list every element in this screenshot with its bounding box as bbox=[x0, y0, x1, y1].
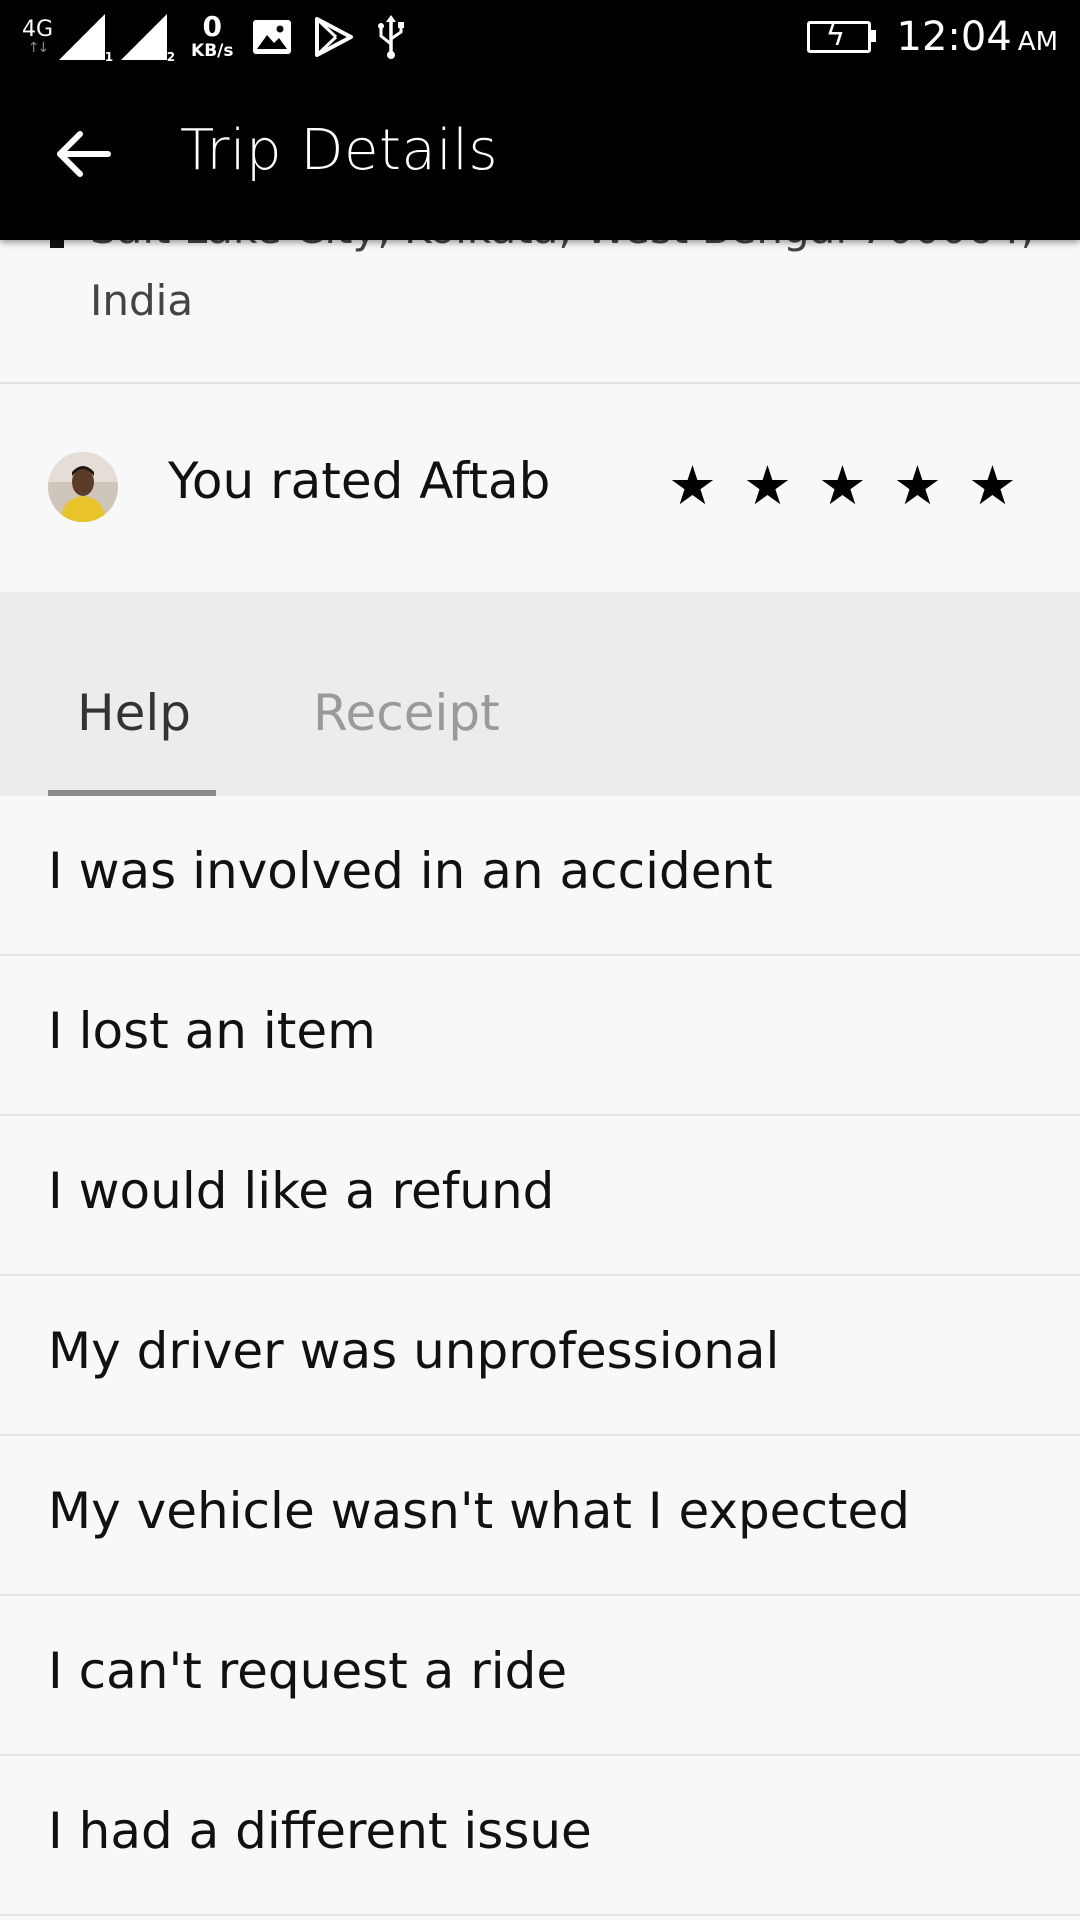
play-store-icon bbox=[314, 17, 354, 57]
help-item-accident[interactable]: I was involved in an accident bbox=[0, 796, 1080, 956]
app-bar: Trip Details bbox=[0, 74, 1080, 240]
speed-unit: KB/s bbox=[191, 41, 234, 61]
gallery-icon bbox=[252, 19, 292, 55]
network-speed: 0 KB/s bbox=[191, 10, 234, 62]
star-icon: ★ bbox=[668, 454, 717, 517]
status-bar-right: ϟ 12:04 AM bbox=[806, 8, 1058, 66]
status-bar-left: 4G ↑↓ 1 2 0 KB/s bbox=[22, 8, 428, 66]
star-rating: ★ ★ ★ ★ ★ bbox=[655, 454, 1030, 517]
data-arrows-icon: ↑↓ bbox=[27, 40, 50, 56]
usb-icon bbox=[376, 14, 406, 60]
list-item-label: I was involved in an accident bbox=[48, 842, 773, 900]
network-type: 4G bbox=[22, 17, 54, 42]
clock-time: 12:04 bbox=[896, 14, 1012, 60]
help-item-cant-request[interactable]: I can't request a ride bbox=[0, 1596, 1080, 1756]
tab-help[interactable]: Help bbox=[77, 684, 191, 742]
tab-bar: Help Receipt bbox=[0, 592, 1080, 796]
help-item-refund[interactable]: I would like a refund bbox=[0, 1116, 1080, 1276]
page-title: Trip Details bbox=[180, 118, 499, 183]
star-icon: ★ bbox=[743, 454, 792, 517]
tab-receipt[interactable]: Receipt bbox=[313, 684, 500, 742]
help-item-different-issue[interactable]: I had a different issue bbox=[0, 1756, 1080, 1916]
list-item-label: I would like a refund bbox=[48, 1162, 555, 1220]
help-item-lost-item[interactable]: I lost an item bbox=[0, 956, 1080, 1116]
speed-value: 0 bbox=[202, 10, 223, 43]
star-icon: ★ bbox=[968, 454, 1017, 517]
signal-sim1-icon: 1 bbox=[59, 14, 113, 64]
help-item-driver-unprofessional[interactable]: My driver was unprofessional bbox=[0, 1276, 1080, 1436]
star-icon: ★ bbox=[818, 454, 867, 517]
signal-sim2-icon: 2 bbox=[121, 14, 175, 64]
back-button[interactable] bbox=[50, 124, 120, 184]
sim1-label: 1 bbox=[104, 50, 114, 64]
clock-ampm: AM bbox=[1017, 27, 1058, 57]
help-list: I was involved in an accident I lost an … bbox=[0, 796, 1080, 1916]
list-item-label: My driver was unprofessional bbox=[48, 1322, 780, 1380]
list-item-label: My vehicle wasn't what I expected bbox=[48, 1482, 911, 1540]
star-icon: ★ bbox=[893, 454, 942, 517]
battery-charging-icon: ϟ bbox=[806, 18, 876, 53]
address-line-2: India bbox=[90, 276, 194, 325]
arrow-left-icon bbox=[57, 131, 111, 177]
sim2-label: 2 bbox=[166, 50, 176, 64]
driver-avatar bbox=[48, 452, 118, 522]
dropoff-address: Salt Lake City, Kolkata, West Bengal 700… bbox=[0, 204, 1080, 382]
status-bar: 4G ↑↓ 1 2 0 KB/s ϟ 12:04 AM bbox=[0, 0, 1080, 74]
help-item-vehicle-unexpected[interactable]: My vehicle wasn't what I expected bbox=[0, 1436, 1080, 1596]
network-indicator: 4G ↑↓ bbox=[22, 17, 54, 56]
driver-rating-row: You rated Aftab ★ ★ ★ ★ ★ bbox=[0, 384, 1080, 592]
list-item-label: I can't request a ride bbox=[48, 1642, 568, 1700]
list-item-label: I had a different issue bbox=[48, 1802, 592, 1860]
list-item-label: I lost an item bbox=[48, 1002, 376, 1060]
rating-text: You rated Aftab bbox=[168, 452, 551, 510]
